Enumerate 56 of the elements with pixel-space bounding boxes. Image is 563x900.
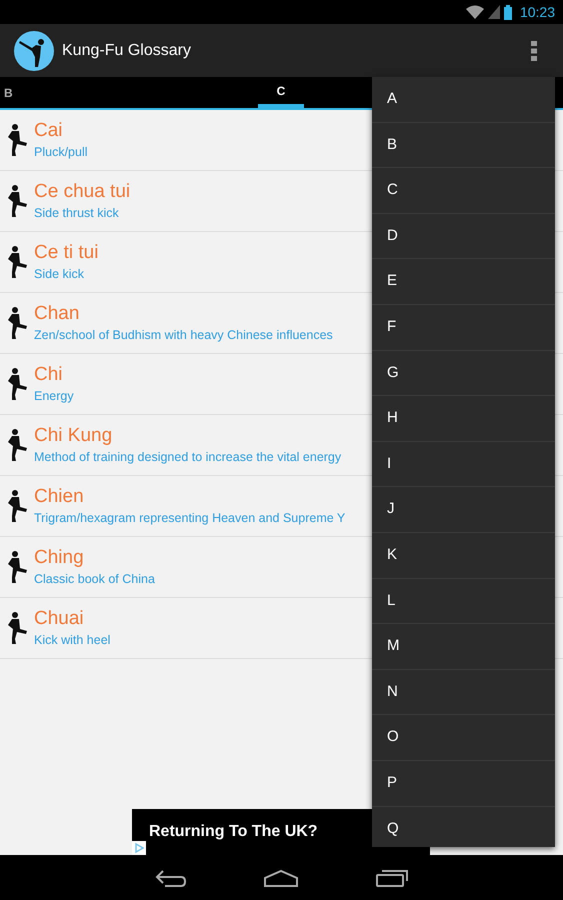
wifi-icon <box>466 5 484 19</box>
meaning: Energy <box>34 388 74 405</box>
meaning: Trigram/hexagram representing Heaven and Supreme Y <box>34 510 346 527</box>
menu-item[interactable]: O <box>372 715 555 761</box>
clock: 10:23 <box>520 2 555 22</box>
meaning: Side thrust kick <box>34 205 120 222</box>
term: Chi <box>34 363 64 387</box>
overflow-menu-icon[interactable] <box>531 40 537 60</box>
meaning: Kick with heel <box>34 632 110 649</box>
home-icon[interactable] <box>262 868 298 886</box>
menu-item[interactable]: C <box>372 168 555 214</box>
meaning: Zen/school of Budhism with heavy Chinese influences <box>34 327 333 344</box>
term: Ce ti tui <box>34 241 98 265</box>
term: Chan <box>34 302 80 326</box>
menu-item[interactable]: D <box>372 214 555 260</box>
menu-item[interactable]: P <box>372 760 555 806</box>
fighter-icon <box>6 184 28 218</box>
fighter-icon <box>6 306 28 340</box>
battery-icon <box>504 4 512 20</box>
recent-apps-icon[interactable] <box>374 868 408 888</box>
menu-item[interactable]: H <box>372 396 555 442</box>
term: Cai <box>34 119 64 143</box>
term: Chuai <box>34 607 85 631</box>
meaning: Side kick <box>34 266 86 283</box>
menu-item[interactable]: J <box>372 487 555 533</box>
term: Chien <box>34 485 85 509</box>
fighter-icon <box>6 611 28 645</box>
meaning: Method of training designed to increase the vital energy <box>34 449 342 466</box>
fighter-icon <box>6 367 28 401</box>
fighter-icon <box>6 489 28 523</box>
fighter-icon <box>6 428 28 462</box>
menu-item[interactable]: A <box>372 77 555 123</box>
menu-item[interactable]: B <box>372 122 555 168</box>
signal-icon <box>488 5 500 19</box>
term: Chi Kung <box>34 424 114 448</box>
fighter-icon <box>6 123 28 157</box>
menu-item[interactable]: E <box>372 259 555 305</box>
menu-item[interactable]: F <box>372 304 555 351</box>
menu-item[interactable]: G <box>372 350 555 396</box>
fighter-icon <box>6 550 28 584</box>
term: Ce chua tui <box>34 180 130 204</box>
app-title: Kung-Fu Glossary <box>62 40 192 60</box>
fighter-icon <box>6 245 28 279</box>
letter-tab[interactable]: B <box>0 77 18 108</box>
ad-text: Returning To The UK? <box>149 822 318 842</box>
menu-item[interactable]: N <box>372 670 555 716</box>
app-logo-icon[interactable] <box>14 30 54 70</box>
term: Ching <box>34 546 85 570</box>
meaning: Classic book of China <box>34 571 155 588</box>
menu-item[interactable]: K <box>372 532 555 579</box>
back-icon[interactable] <box>154 868 186 886</box>
menu-item[interactable]: L <box>372 578 555 624</box>
letter-tab[interactable]: C <box>258 77 304 108</box>
menu-item[interactable]: M <box>372 624 555 670</box>
menu-item[interactable]: I <box>372 442 555 488</box>
meaning: Pluck/pull <box>34 144 88 161</box>
